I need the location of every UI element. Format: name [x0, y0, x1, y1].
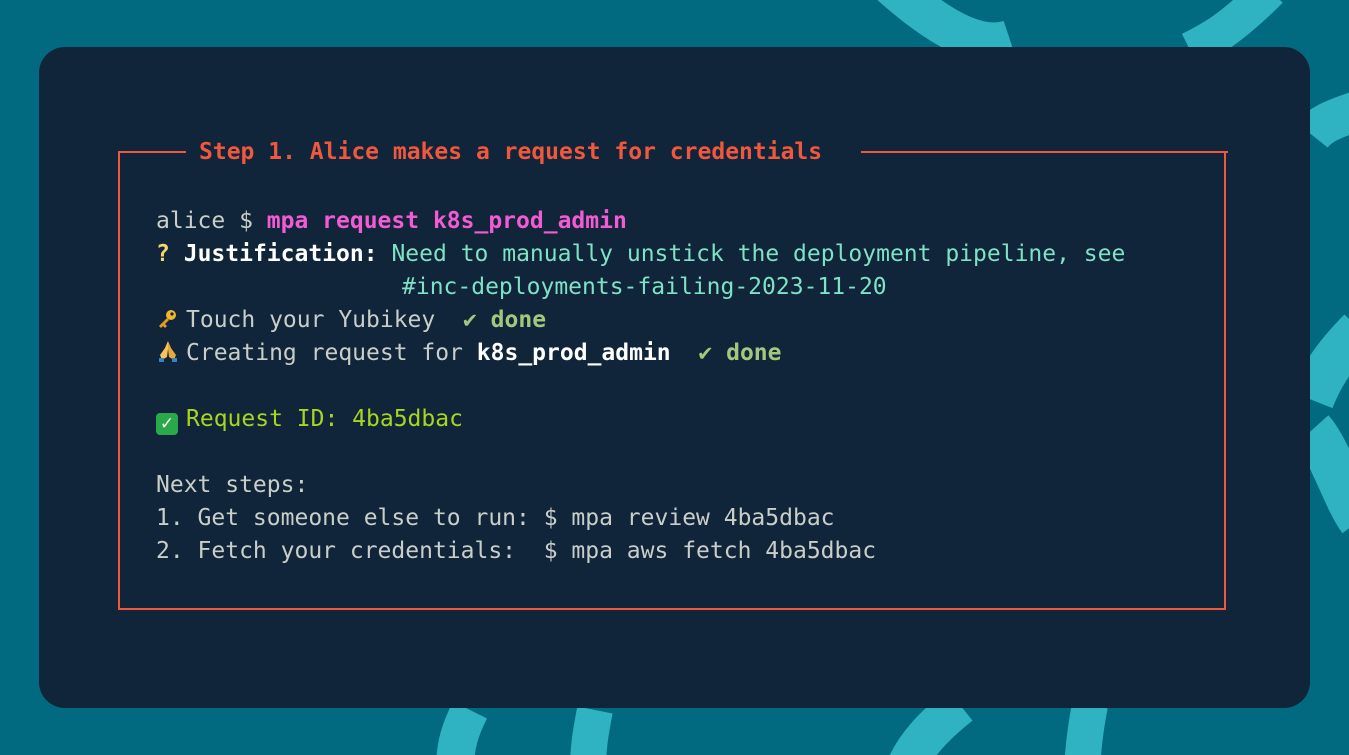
decor-swoosh-right — [1296, 92, 1349, 149]
command-text: mpa request k8s_prod_admin — [266, 208, 627, 234]
decor-swoosh-right-low — [1294, 415, 1349, 534]
question-mark: ? — [156, 241, 170, 267]
decor-swoosh-bottom-left — [436, 701, 488, 755]
next-step-1: 1. Get someone else to run: $ mpa review… — [156, 505, 835, 531]
decor-swoosh-bottom-right — [889, 689, 973, 755]
decor-swoosh-bottom-mid — [570, 706, 613, 755]
frame-title: Step 1. Alice makes a request for creden… — [199, 139, 823, 165]
check-box-icon: ✓ — [156, 413, 178, 435]
touch-status: done — [490, 307, 547, 333]
creating-text: Creating request for — [186, 340, 477, 366]
next-steps-heading: Next steps: — [156, 472, 309, 498]
creating-check-icon: ✔ — [698, 340, 713, 366]
request-id-text: Request ID: 4ba5dbac — [186, 406, 463, 432]
decor-swoosh-top-right — [1181, 0, 1283, 67]
folded-hands-icon — [156, 337, 186, 370]
justification-line: ? Justification: Need to manually unstic… — [156, 238, 1125, 271]
creating-target: k8s_prod_admin — [476, 340, 671, 366]
request-id-line: ✓ Request ID: 4ba5dbac — [156, 403, 1125, 436]
justification-answer-line1: Need to manually unstick the deployment … — [391, 241, 1126, 267]
terminal-output: alice $ mpa request k8s_prod_admin ? Jus… — [156, 205, 1125, 568]
key-icon — [156, 304, 186, 337]
touch-text: Touch your Yubikey — [186, 307, 436, 333]
touch-check-icon: ✔ — [462, 307, 477, 333]
justification-continuation-line: #inc-deployments-failing-2023-11-20 — [156, 271, 1125, 304]
decor-swoosh-bottom-right-2 — [1064, 701, 1108, 755]
next-step-2: 2. Fetch your credentials: $ mpa aws fet… — [156, 538, 877, 564]
decor-swoosh-right-mid — [1291, 314, 1349, 409]
decor-swoosh-top — [877, 0, 1017, 63]
justification-label: Justification: — [183, 241, 378, 267]
terminal-window: Step 1. Alice makes a request for creden… — [39, 47, 1310, 708]
frame-top-border-right — [861, 151, 1228, 153]
justification-answer-line2: #inc-deployments-failing-2023-11-20 — [402, 274, 887, 300]
command-line: alice $ mpa request k8s_prod_admin — [156, 205, 1125, 238]
creating-status: done — [726, 340, 782, 366]
creating-request-line: Creating request for k8s_prod_admin ✔ do… — [156, 337, 1125, 370]
frame-top-border-left — [118, 151, 186, 153]
shell-prompt: alice $ — [156, 208, 267, 234]
touch-yubikey-line: Touch your Yubikey ✔ done — [156, 304, 1125, 337]
